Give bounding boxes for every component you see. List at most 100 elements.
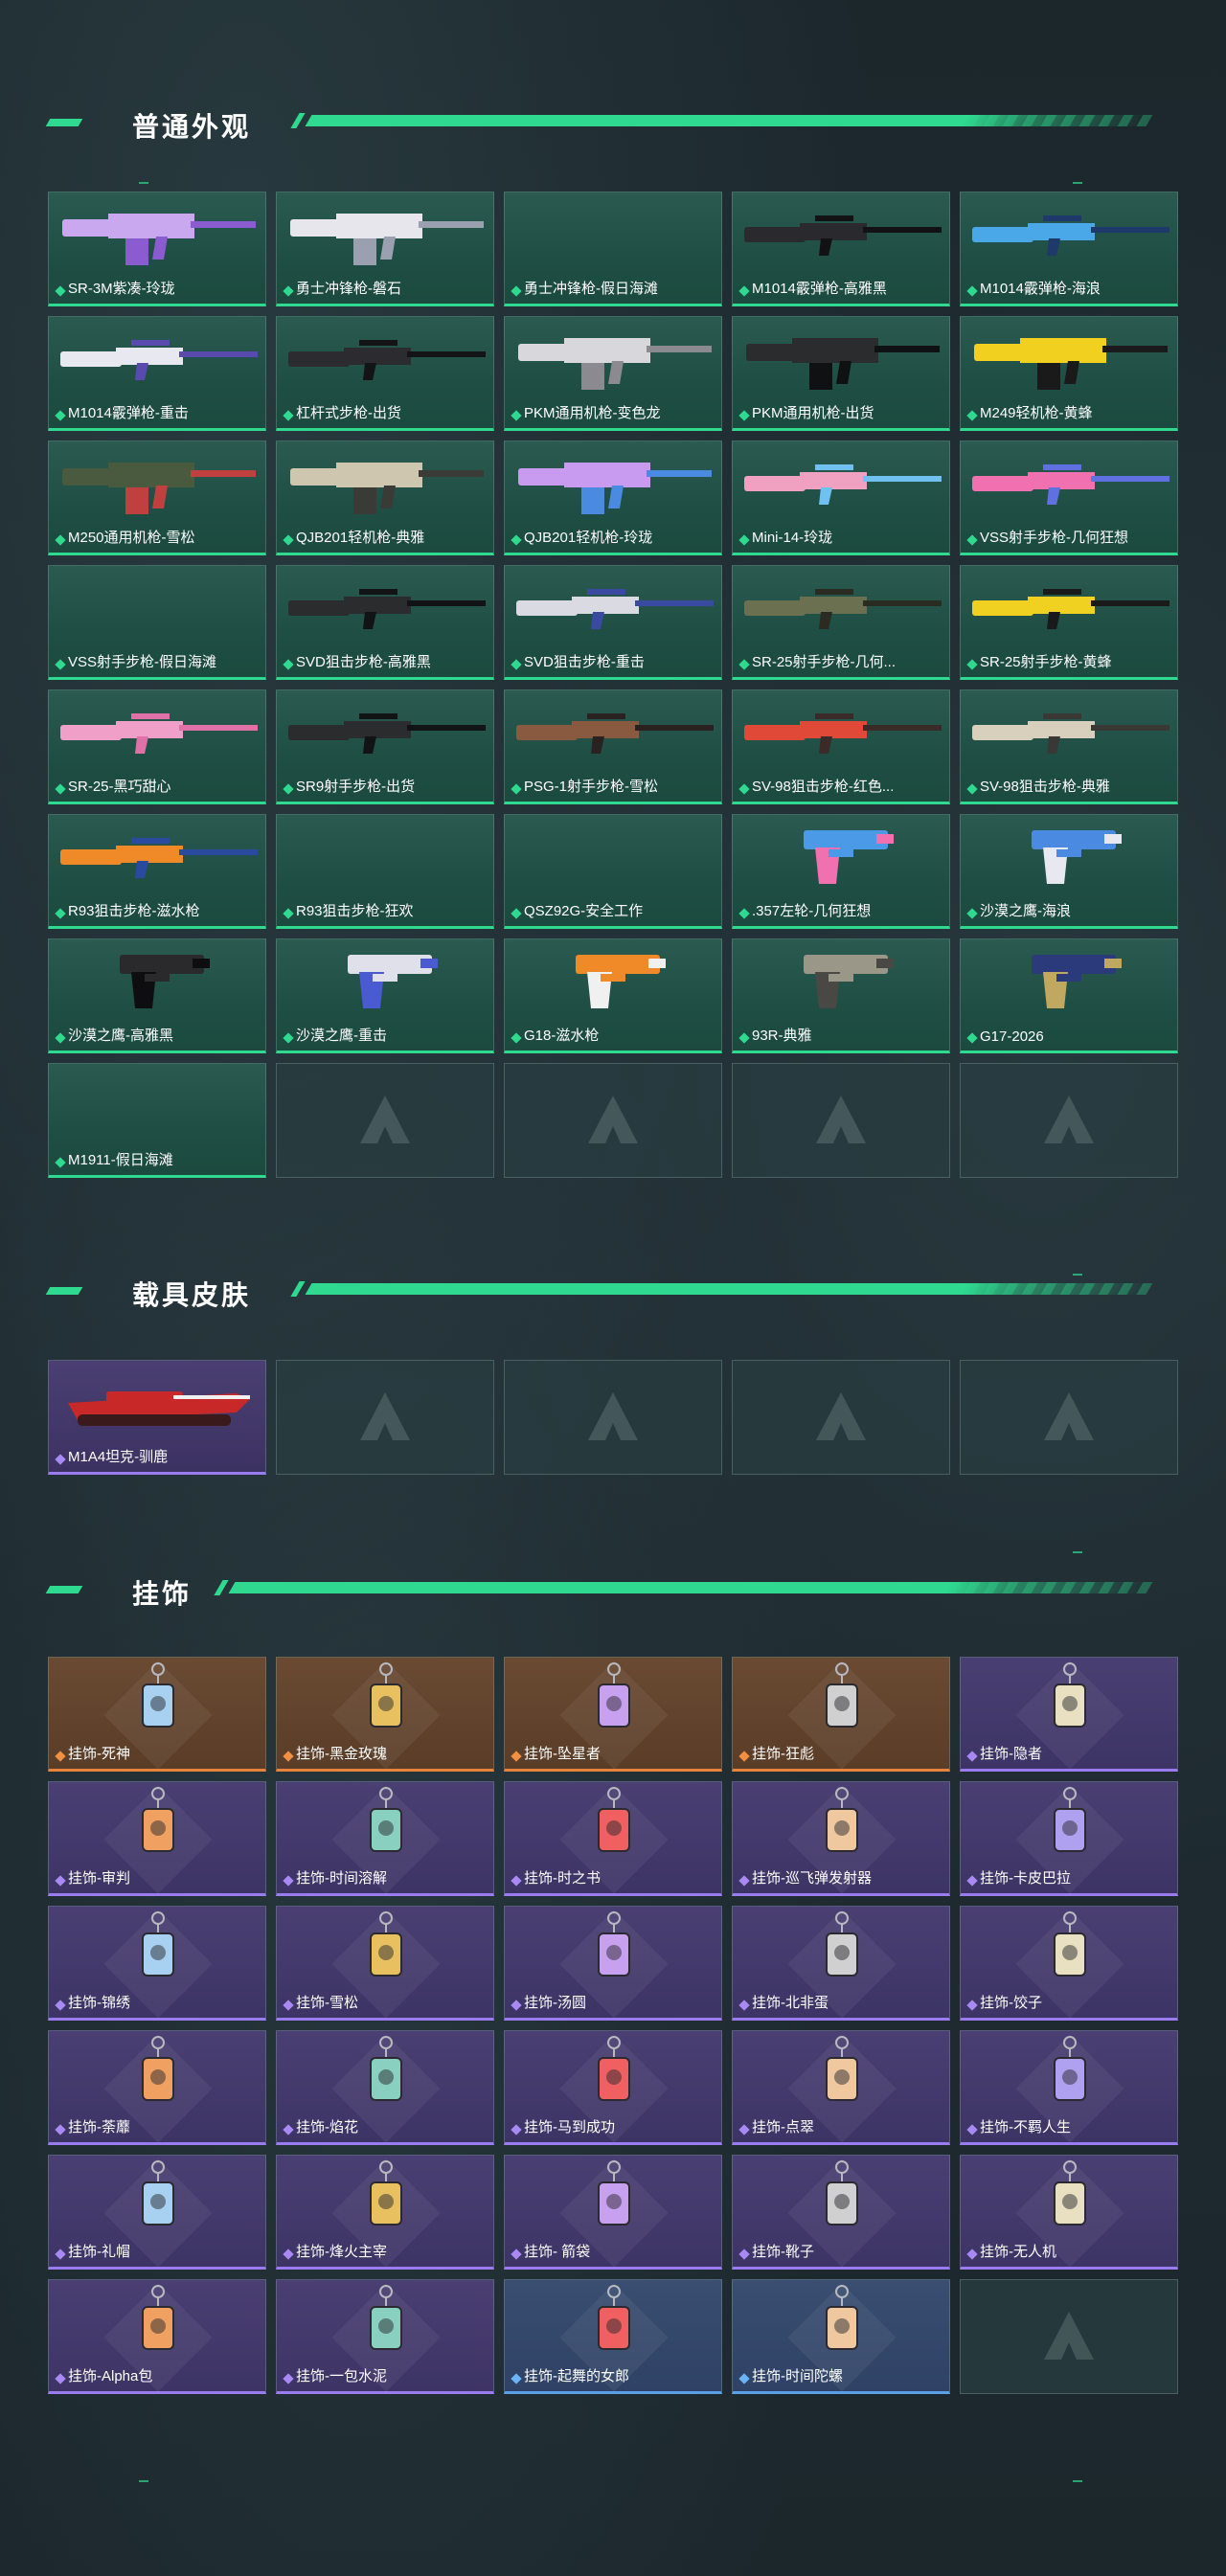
item-card[interactable]: 挂饰-审判 — [48, 1781, 266, 1896]
rarity-icon — [283, 1032, 294, 1044]
item-card[interactable]: QJB201轻机枪-玲珑 — [504, 441, 722, 555]
item-card[interactable]: 挂饰-焰花 — [276, 2030, 494, 2145]
item-card[interactable]: 沙漠之鹰-重击 — [276, 938, 494, 1053]
item-card[interactable]: QJB201轻机枪-典雅 — [276, 441, 494, 555]
item-card[interactable]: 勇士冲锋枪-假日海滩 — [504, 192, 722, 306]
item-artwork — [1032, 830, 1122, 884]
item-card[interactable]: SR9射手步枪-出货 — [276, 689, 494, 804]
item-card[interactable]: SV-98狙击步枪-红色... — [732, 689, 950, 804]
item-card[interactable]: M1A4坦克-驯鹿 — [48, 1360, 266, 1475]
item-card[interactable]: SR-3M紫凑-玲珑 — [48, 192, 266, 306]
rarity-icon — [966, 783, 978, 795]
item-card[interactable]: SV-98狙击步枪-典雅 — [960, 689, 1178, 804]
item-label: G18-滋水枪 — [524, 1028, 600, 1044]
item-card[interactable]: 挂饰-汤圆 — [504, 1906, 722, 2021]
item-card[interactable]: 挂饰-Alpha包 — [48, 2279, 266, 2394]
item-card[interactable]: QSZ92G-安全工作 — [504, 814, 722, 929]
item-card[interactable]: 挂饰-不羁人生 — [960, 2030, 1178, 2145]
item-card[interactable]: 93R-典雅 — [732, 938, 950, 1053]
item-card[interactable]: .357左轮-几何狂想 — [732, 814, 950, 929]
rarity-icon — [511, 534, 522, 546]
item-card[interactable]: SVD狙击步枪-高雅黑 — [276, 565, 494, 680]
rarity-icon — [511, 1875, 522, 1887]
item-artwork — [516, 589, 714, 629]
item-card[interactable]: G17-2026 — [960, 938, 1178, 1053]
rarity-icon — [966, 2248, 978, 2260]
charm-artwork — [142, 2285, 174, 2350]
item-card[interactable]: 勇士冲锋枪-磐石 — [276, 192, 494, 306]
item-card[interactable]: M1911-假日海滩 — [48, 1063, 266, 1178]
item-label: 沙漠之鹰-重击 — [296, 1028, 387, 1044]
item-label: 挂饰-时之书 — [524, 1870, 601, 1887]
section-title-vehicles: 载具皮肤 — [132, 1280, 252, 1310]
skins-grid: SR-3M紫凑-玲珑 勇士冲锋枪-磐石 勇士冲锋枪-假日海滩 M1014霰弹枪-高… — [48, 192, 1178, 1178]
item-card[interactable]: SR-25射手步枪-几何... — [732, 565, 950, 680]
item-card[interactable]: 挂饰-隐者 — [960, 1657, 1178, 1772]
placeholder-logo-icon — [360, 1392, 410, 1440]
item-card[interactable]: SR-25-黑巧甜心 — [48, 689, 266, 804]
item-card[interactable]: 沙漠之鹰-高雅黑 — [48, 938, 266, 1053]
item-card[interactable]: 挂饰-死神 — [48, 1657, 266, 1772]
item-card[interactable]: 挂饰-饺子 — [960, 1906, 1178, 2021]
item-label: SR-25射手步枪-几何... — [752, 654, 897, 670]
vehicles-grid: M1A4坦克-驯鹿 — [48, 1360, 1178, 1475]
item-card[interactable]: 挂饰-雪松 — [276, 1906, 494, 2021]
item-card[interactable]: SVD狙击步枪-重击 — [504, 565, 722, 680]
rarity-icon — [511, 659, 522, 670]
section-header-vehicles: 载具皮肤 — [0, 1272, 1226, 1310]
item-card[interactable]: 挂饰-狂彪 — [732, 1657, 950, 1772]
item-card[interactable]: 挂饰-时之书 — [504, 1781, 722, 1896]
item-label: 沙漠之鹰-海浪 — [980, 903, 1071, 919]
item-label: 挂饰-卡皮巴拉 — [980, 1870, 1071, 1887]
item-label: 挂饰-焰花 — [296, 2119, 358, 2135]
item-card[interactable]: M1014霰弹枪-高雅黑 — [732, 192, 950, 306]
item-card[interactable]: G18-滋水枪 — [504, 938, 722, 1053]
item-card[interactable]: 挂饰-时间溶解 — [276, 1781, 494, 1896]
rarity-icon — [511, 2373, 522, 2384]
item-card[interactable]: 挂饰-无人机 — [960, 2155, 1178, 2270]
charm-artwork — [142, 1787, 174, 1852]
item-label: 挂饰-点翠 — [752, 2119, 814, 2135]
item-card[interactable]: 挂饰-黑金玫瑰 — [276, 1657, 494, 1772]
item-card[interactable]: 挂饰-荼蘼 — [48, 2030, 266, 2145]
item-card[interactable]: 挂饰-锦绣 — [48, 1906, 266, 2021]
item-card[interactable]: R93狙击步枪-狂欢 — [276, 814, 494, 929]
item-card[interactable]: 挂饰-巡飞弹发射器 — [732, 1781, 950, 1896]
item-card[interactable]: 挂饰-靴子 — [732, 2155, 950, 2270]
item-label: M1911-假日海滩 — [68, 1152, 173, 1168]
item-label: SR-25射手步枪-黄蜂 — [980, 654, 1112, 670]
item-card[interactable]: VSS射手步枪-几何狂想 — [960, 441, 1178, 555]
item-card[interactable]: 挂饰- 箭袋 — [504, 2155, 722, 2270]
item-card[interactable]: M249轻机枪-黄蜂 — [960, 316, 1178, 431]
item-card[interactable]: 沙漠之鹰-海浪 — [960, 814, 1178, 929]
item-card[interactable]: SR-25射手步枪-黄蜂 — [960, 565, 1178, 680]
item-card[interactable]: 挂饰-点翠 — [732, 2030, 950, 2145]
item-card[interactable]: 挂饰-礼帽 — [48, 2155, 266, 2270]
item-card[interactable]: 挂饰-时间陀螺 — [732, 2279, 950, 2394]
item-card[interactable]: 杠杆式步枪-出货 — [276, 316, 494, 431]
item-artwork — [516, 713, 714, 754]
rarity-icon — [511, 908, 522, 919]
item-card[interactable]: 挂饰-卡皮巴拉 — [960, 1781, 1178, 1896]
empty-slot — [276, 1360, 494, 1475]
item-card[interactable]: R93狙击步枪-滋水枪 — [48, 814, 266, 929]
item-artwork — [348, 955, 438, 1008]
item-card[interactable]: Mini-14-玲珑 — [732, 441, 950, 555]
item-card[interactable]: PSG-1射手步枪-雪松 — [504, 689, 722, 804]
rarity-icon — [738, 2124, 750, 2135]
rarity-icon — [738, 1875, 750, 1887]
item-card[interactable]: VSS射手步枪-假日海滩 — [48, 565, 266, 680]
item-label: 杠杆式步枪-出货 — [296, 405, 401, 421]
item-card[interactable]: M250通用机枪-雪松 — [48, 441, 266, 555]
rarity-icon — [511, 2000, 522, 2011]
item-card[interactable]: 挂饰-一包水泥 — [276, 2279, 494, 2394]
item-card[interactable]: 挂饰-起舞的女郎 — [504, 2279, 722, 2394]
item-card[interactable]: M1014霰弹枪-海浪 — [960, 192, 1178, 306]
item-card[interactable]: 挂饰-坠星者 — [504, 1657, 722, 1772]
item-card[interactable]: PKM通用机枪-出货 — [732, 316, 950, 431]
item-card[interactable]: M1014霰弹枪-重击 — [48, 316, 266, 431]
item-card[interactable]: PKM通用机枪-变色龙 — [504, 316, 722, 431]
item-card[interactable]: 挂饰-北非蛋 — [732, 1906, 950, 2021]
item-card[interactable]: 挂饰-烽火主宰 — [276, 2155, 494, 2270]
item-card[interactable]: 挂饰-马到成功 — [504, 2030, 722, 2145]
